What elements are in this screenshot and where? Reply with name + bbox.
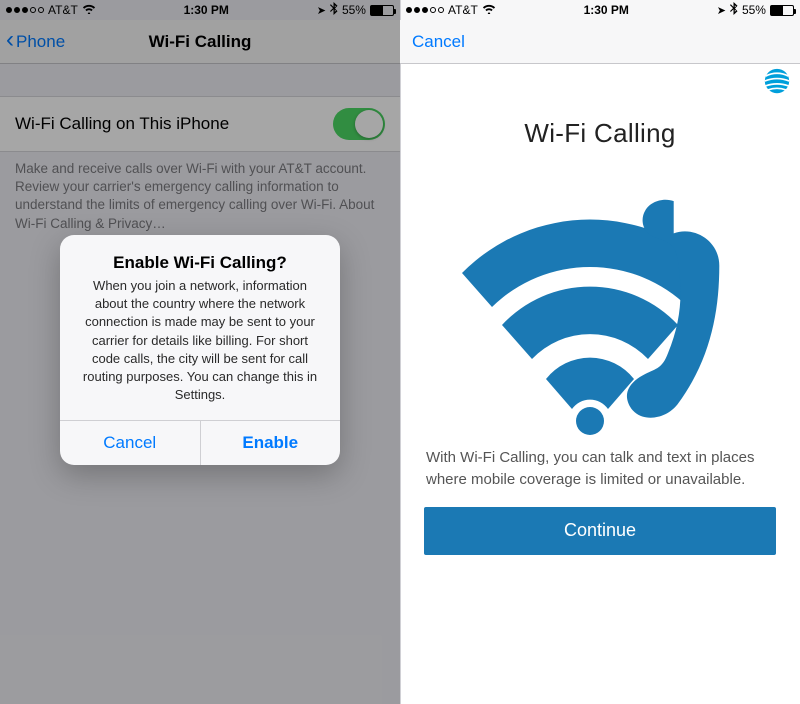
- continue-button[interactable]: Continue: [424, 507, 776, 555]
- bluetooth-icon: [730, 2, 738, 18]
- status-left: AT&T: [406, 3, 496, 17]
- enable-wifi-calling-alert: Enable Wi-Fi Calling? When you join a ne…: [60, 235, 340, 465]
- clock: 1:30 PM: [584, 3, 629, 17]
- right-phone-onboarding: AT&T 1:30 PM ➤ 55% Cancel Wi-Fi Callin: [400, 0, 800, 704]
- alert-enable-button[interactable]: Enable: [200, 421, 341, 465]
- wifi-calling-hero-icon: [424, 159, 776, 445]
- alert-title: Enable Wi-Fi Calling?: [60, 235, 340, 277]
- battery-percent: 55%: [742, 3, 766, 17]
- left-phone-settings: AT&T 1:30 PM ➤ 55% ‹ Phone Wi-Fi Calling…: [0, 0, 400, 704]
- carrier-label: AT&T: [448, 3, 478, 17]
- att-logo-icon: [400, 64, 800, 94]
- nav-bar: Cancel: [400, 20, 800, 64]
- onboarding-body: With Wi-Fi Calling, you can talk and tex…: [424, 445, 776, 507]
- signal-dots-icon: [406, 7, 444, 13]
- location-icon: ➤: [717, 4, 726, 17]
- alert-cancel-button[interactable]: Cancel: [60, 421, 200, 465]
- status-right: ➤ 55%: [717, 2, 794, 18]
- alert-body: When you join a network, information abo…: [60, 277, 340, 420]
- onboarding-title: Wi-Fi Calling: [424, 118, 776, 149]
- wifi-icon: [482, 3, 496, 17]
- status-bar: AT&T 1:30 PM ➤ 55%: [400, 0, 800, 20]
- alert-buttons: Cancel Enable: [60, 420, 340, 465]
- battery-icon: [770, 5, 794, 16]
- cancel-button[interactable]: Cancel: [412, 20, 465, 63]
- onboarding-content: Wi-Fi Calling With Wi-Fi Calling, you ca…: [400, 94, 800, 555]
